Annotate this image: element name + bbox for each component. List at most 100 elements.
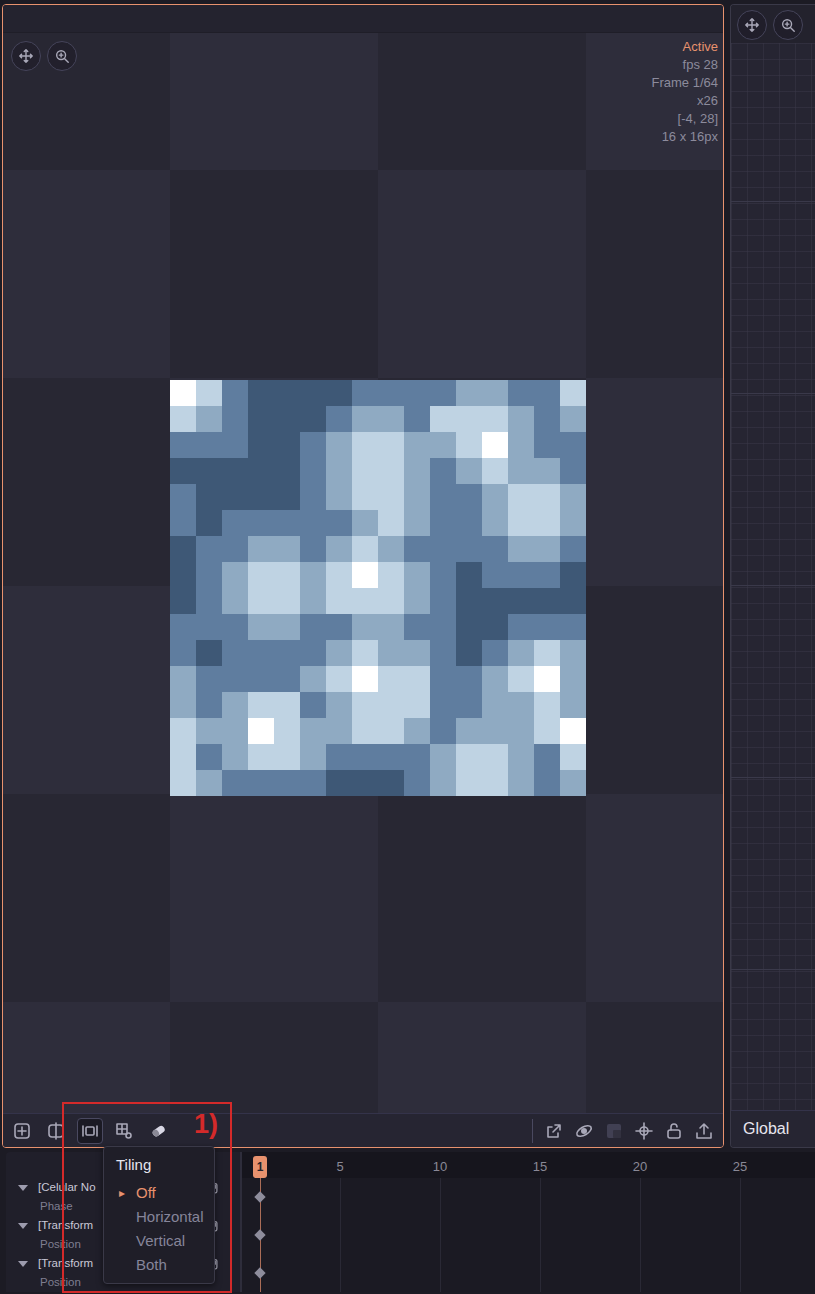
pixel — [560, 484, 586, 510]
pixel — [508, 562, 534, 588]
layer-name: [Transform — [38, 1216, 93, 1235]
info-fps: fps 28 — [652, 56, 718, 74]
keyframe[interactable] — [254, 1229, 265, 1240]
pixel — [222, 640, 248, 666]
pixel — [378, 380, 404, 406]
zoom-button[interactable] — [773, 10, 803, 40]
pixel — [274, 614, 300, 640]
preview-canvas[interactable]: Activefps 28Frame 1/64x26[-4, 28]16 x 16… — [3, 33, 723, 1113]
keyframe-track[interactable] — [242, 1216, 815, 1254]
pixel — [222, 718, 248, 744]
unlock-button[interactable] — [661, 1118, 687, 1144]
background-button[interactable] — [601, 1118, 627, 1144]
pixel — [560, 718, 586, 744]
pan-button[interactable] — [737, 10, 767, 40]
pixel — [404, 380, 430, 406]
menu-item[interactable]: Horizontal — [104, 1205, 214, 1229]
graph-area[interactable] — [731, 43, 815, 1110]
pixel — [482, 588, 508, 614]
pixel — [326, 640, 352, 666]
pixel — [378, 536, 404, 562]
pixel — [222, 744, 248, 770]
grid-settings-button[interactable] — [111, 1118, 137, 1144]
center-button[interactable] — [631, 1118, 657, 1144]
zoom-icon — [780, 17, 796, 33]
pixel — [300, 640, 326, 666]
pixel — [352, 406, 378, 432]
menu-label: Vertical — [136, 1232, 185, 1249]
pixel — [222, 406, 248, 432]
pan-button[interactable] — [11, 41, 41, 71]
pixel — [404, 692, 430, 718]
menu-item[interactable]: Both — [104, 1253, 214, 1277]
pixel — [482, 718, 508, 744]
preview-header — [3, 5, 723, 33]
pixel — [352, 614, 378, 640]
pixel — [560, 536, 586, 562]
pixel — [456, 380, 482, 406]
preview-toolbar — [3, 1113, 723, 1147]
pixel — [378, 562, 404, 588]
pixel — [430, 692, 456, 718]
pixel — [534, 718, 560, 744]
expand-icon[interactable] — [18, 1185, 28, 1191]
pixel — [196, 588, 222, 614]
pixel — [326, 588, 352, 614]
keyframe-track[interactable] — [242, 1178, 815, 1216]
export-button[interactable] — [541, 1118, 567, 1144]
pixel — [274, 640, 300, 666]
keyframe[interactable] — [254, 1191, 265, 1202]
unlock-icon — [665, 1122, 683, 1140]
pixel — [508, 588, 534, 614]
pixel — [430, 718, 456, 744]
pixel — [404, 614, 430, 640]
pixel — [430, 536, 456, 562]
add-button[interactable] — [9, 1118, 35, 1144]
center-icon — [635, 1122, 653, 1140]
pixel — [456, 432, 482, 458]
upload-button[interactable] — [691, 1118, 717, 1144]
pixel — [352, 432, 378, 458]
menu-item[interactable]: Vertical — [104, 1229, 214, 1253]
pixel — [534, 406, 560, 432]
tiling-menu: Tiling▸OffHorizontalVerticalBoth — [103, 1146, 215, 1284]
timeline-ruler[interactable]: 5101520251 — [242, 1152, 815, 1178]
pixel — [430, 588, 456, 614]
pixel — [196, 718, 222, 744]
zoom-button[interactable] — [47, 41, 77, 71]
pixel — [300, 588, 326, 614]
menu-item[interactable]: ▸Off — [104, 1181, 214, 1205]
pixel — [456, 562, 482, 588]
pixel — [248, 614, 274, 640]
split-button[interactable] — [43, 1118, 69, 1144]
pixel — [352, 510, 378, 536]
onion-button[interactable] — [145, 1118, 171, 1144]
expand-icon[interactable] — [18, 1223, 28, 1229]
pixel — [508, 718, 534, 744]
pixel — [196, 484, 222, 510]
pixel — [222, 770, 248, 796]
pixel — [456, 614, 482, 640]
timeline-frames[interactable]: 5101520251 — [240, 1152, 815, 1292]
pixel — [352, 562, 378, 588]
expand-icon[interactable] — [18, 1261, 28, 1267]
pixel — [456, 640, 482, 666]
info-cursor: [-4, 28] — [652, 110, 718, 128]
pixel — [248, 510, 274, 536]
pixel — [560, 510, 586, 536]
current-frame[interactable]: 1 — [253, 1156, 267, 1178]
pixel — [508, 458, 534, 484]
pixel — [274, 588, 300, 614]
pixel — [456, 770, 482, 796]
keyframe[interactable] — [254, 1267, 265, 1278]
pixel — [430, 770, 456, 796]
global-tab[interactable]: Global — [731, 1110, 815, 1147]
pixel — [560, 614, 586, 640]
tiling-button[interactable] — [77, 1118, 103, 1144]
tick-line — [640, 1178, 641, 1292]
pixel — [170, 770, 196, 796]
orbit-button[interactable] — [571, 1118, 597, 1144]
pixel — [404, 770, 430, 796]
keyframe-track[interactable] — [242, 1254, 815, 1292]
pixel — [560, 588, 586, 614]
